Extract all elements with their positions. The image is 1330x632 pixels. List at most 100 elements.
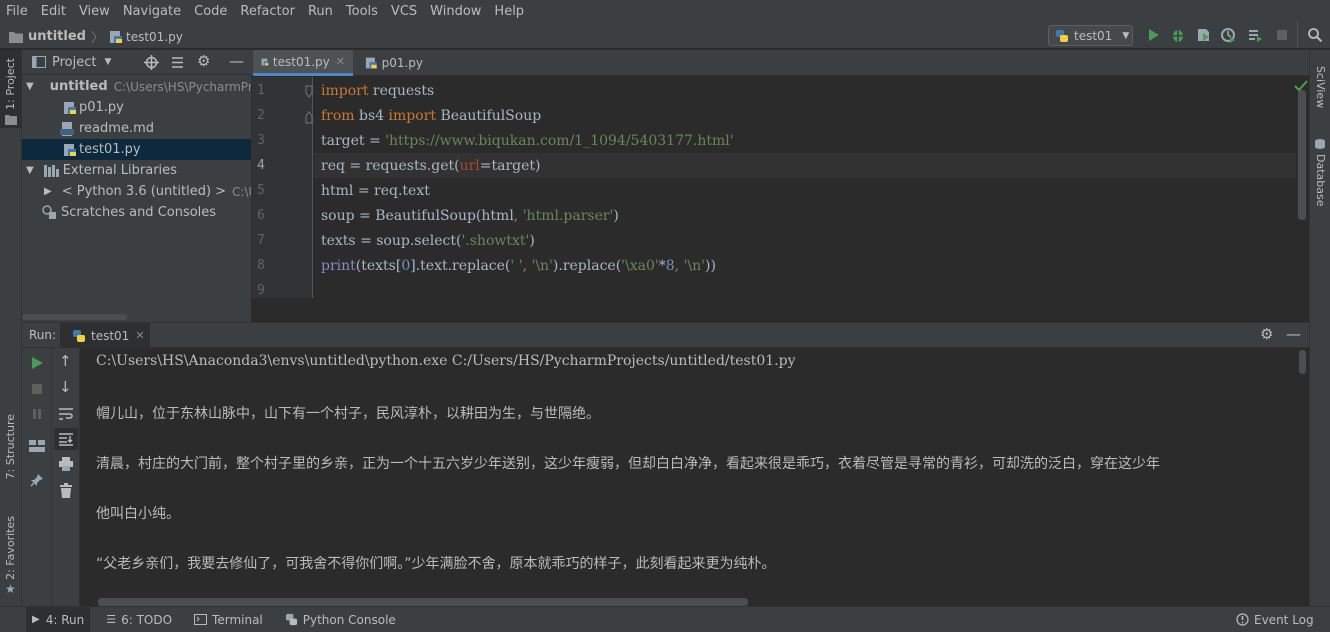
- tab-test01[interactable]: test01.py ✕: [253, 50, 353, 76]
- python-icon: [73, 329, 85, 342]
- breadcrumb: untitled 〉 test01.py: [8, 27, 183, 46]
- play-icon: ▶: [32, 614, 40, 625]
- list-icon: ☰: [106, 613, 117, 626]
- run-toolbar-primary: [22, 348, 52, 606]
- editor-tab-bar: test01.py ✕ p01.py: [251, 50, 1309, 76]
- menu-code[interactable]: Code: [194, 4, 227, 19]
- gear-icon[interactable]: ⚙: [197, 52, 210, 70]
- scratches-icon: [42, 205, 56, 219]
- run-tab-test01[interactable]: test01 ✕: [60, 323, 150, 348]
- project-tool-tab[interactable]: 1: Project: [0, 50, 22, 128]
- stop-icon[interactable]: [30, 382, 44, 396]
- tree-external-libraries[interactable]: ▼ External Libraries: [22, 160, 251, 181]
- line-number: 8: [257, 258, 265, 273]
- event-log-tool-label: Event Log: [1254, 612, 1314, 627]
- menu-help[interactable]: Help: [494, 4, 524, 19]
- profile-icon[interactable]: [1220, 27, 1236, 43]
- menu-refactor[interactable]: Refactor: [240, 4, 295, 19]
- menu-tools[interactable]: Tools: [346, 4, 378, 19]
- fold-icon[interactable]: [305, 85, 313, 99]
- line-number: 3: [257, 133, 265, 148]
- debug-icon[interactable]: [1170, 27, 1186, 43]
- favorites-tool-label: 2: Favorites: [4, 516, 17, 580]
- structure-tool-label: 7: Structure: [4, 414, 17, 480]
- python-console-tool-tab[interactable]: Python Console: [279, 607, 402, 632]
- menu-view[interactable]: View: [79, 4, 110, 19]
- breadcrumb-project[interactable]: untitled: [28, 29, 86, 44]
- arrow-down-icon[interactable]: ↓: [59, 378, 72, 396]
- tree-root-path: C:\Users\HS\PycharmPr: [113, 79, 253, 94]
- hide-icon[interactable]: —: [229, 52, 244, 70]
- terminal-tool-tab[interactable]: Terminal: [188, 607, 269, 632]
- caret-down-icon: ▼: [1122, 30, 1130, 41]
- line-number: 4: [257, 158, 265, 173]
- concurrency-icon[interactable]: [1247, 27, 1263, 43]
- console-horizontal-scrollbar[interactable]: [98, 598, 748, 606]
- run-tool-tab[interactable]: ▶ 4: Run: [26, 606, 91, 632]
- print-icon[interactable]: [58, 457, 74, 471]
- editor-gutter: 1 2 3 4 5 6 7 8 9: [251, 77, 313, 298]
- fold-icon[interactable]: [305, 110, 313, 124]
- layout-icon[interactable]: [29, 440, 45, 452]
- python-file-icon: [110, 30, 122, 43]
- star-icon: ★: [5, 582, 16, 596]
- markdown-file-icon: [60, 121, 74, 136]
- trash-icon[interactable]: [59, 483, 73, 498]
- tree-file-label: readme.md: [79, 121, 154, 136]
- close-icon[interactable]: ✕: [336, 55, 345, 68]
- menu-file[interactable]: File: [6, 4, 28, 19]
- favorites-tool-tab[interactable]: 2: Favorites ★: [0, 510, 22, 600]
- console-vertical-scrollbar[interactable]: [1299, 350, 1306, 374]
- scroll-to-end-toggle[interactable]: [54, 428, 78, 450]
- rerun-icon[interactable]: [30, 356, 44, 370]
- pause-icon[interactable]: [30, 407, 44, 421]
- run-configuration-select[interactable]: test01 ▼: [1048, 25, 1133, 46]
- stop-icon[interactable]: [1274, 27, 1290, 43]
- arrow-up-icon[interactable]: ↑: [59, 352, 72, 370]
- python-file-icon: [261, 58, 269, 65]
- pin-icon[interactable]: [30, 473, 44, 487]
- tree-python-sdk[interactable]: ▶ < Python 3.6 (untitled) > C:\U: [22, 181, 251, 202]
- python-console-tool-label: Python Console: [302, 612, 396, 627]
- breadcrumb-file[interactable]: test01.py: [126, 30, 183, 44]
- tab-p01[interactable]: p01.py: [357, 50, 431, 76]
- sciview-tool-tab[interactable]: SciView: [1310, 66, 1330, 136]
- search-icon[interactable]: [1307, 27, 1323, 43]
- tree-file-p01[interactable]: p01.py: [22, 97, 251, 118]
- editor-scrollbar[interactable]: [1298, 90, 1306, 220]
- run-icon[interactable]: [1145, 27, 1161, 43]
- project-panel-title[interactable]: Project: [52, 55, 96, 70]
- menu-window[interactable]: Window: [430, 4, 481, 19]
- todo-tool-tab[interactable]: ☰ 6: TODO: [100, 607, 178, 632]
- tree-scratches[interactable]: Scratches and Consoles: [22, 202, 251, 223]
- soft-wrap-icon[interactable]: [58, 407, 74, 421]
- terminal-tool-label: Terminal: [212, 612, 263, 627]
- structure-tool-tab[interactable]: 7: Structure: [0, 410, 22, 500]
- locate-icon[interactable]: [144, 55, 159, 70]
- gear-icon[interactable]: ⚙: [1260, 325, 1273, 343]
- horizontal-scrollbar[interactable]: [22, 314, 127, 320]
- event-log-tool-tab[interactable]: Event Log: [1230, 607, 1320, 632]
- event-log-icon: [1236, 613, 1249, 626]
- collapse-all-icon[interactable]: [170, 55, 185, 70]
- caret-down-icon[interactable]: ▼: [104, 57, 111, 67]
- coverage-icon[interactable]: [1195, 27, 1211, 43]
- project-panel: Project ▼ ⚙ — ▼ untitled C:\Users\HS\Pyc…: [22, 50, 253, 322]
- close-icon[interactable]: ✕: [135, 329, 144, 342]
- check-icon: [1294, 80, 1308, 92]
- code-editor[interactable]: import requests from bs4 import Beautifu…: [314, 77, 1296, 298]
- chevron-down-icon: ▼: [26, 165, 34, 176]
- menu-run[interactable]: Run: [308, 4, 333, 19]
- run-console-output[interactable]: C:\Users\HS\Anaconda3\envs\untitled\pyth…: [80, 348, 1309, 606]
- menu-navigate[interactable]: Navigate: [123, 4, 181, 19]
- tree-file-readme[interactable]: readme.md: [22, 118, 251, 139]
- menu-edit[interactable]: Edit: [41, 4, 66, 19]
- navigation-bar: untitled 〉 test01.py test01 ▼: [0, 22, 1330, 49]
- tree-file-test01[interactable]: test01.py: [22, 139, 251, 160]
- menu-vcs[interactable]: VCS: [391, 4, 417, 19]
- hide-icon[interactable]: —: [1286, 325, 1301, 343]
- database-tool-label: Database: [1314, 154, 1327, 207]
- tree-root[interactable]: ▼ untitled C:\Users\HS\PycharmPr: [22, 76, 253, 97]
- library-icon: [43, 165, 59, 177]
- database-tool-tab[interactable]: Database: [1310, 138, 1330, 208]
